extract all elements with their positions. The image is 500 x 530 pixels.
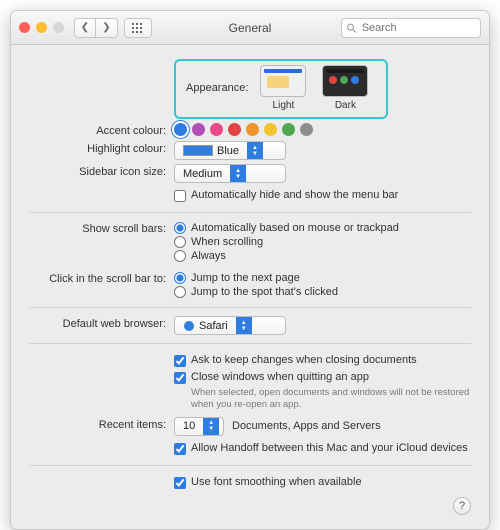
browser-value: Safari <box>199 320 228 332</box>
close-windows-checkbox[interactable]: Close windows when quitting an app <box>174 371 369 384</box>
content-area: Appearance: Light Dark Accent colour: <box>11 45 489 529</box>
handoff-label: Allow Handoff between this Mac and your … <box>191 442 468 454</box>
minimize-icon[interactable] <box>36 22 47 33</box>
nav-buttons: ❮ ❯ <box>74 18 118 38</box>
browser-label: Default web browser: <box>29 316 174 330</box>
ask-keep-input[interactable] <box>174 355 186 367</box>
recent-items-value: 10 <box>183 420 195 432</box>
handoff-checkbox[interactable]: Allow Handoff between this Mac and your … <box>174 442 468 455</box>
click-scroll-option-1[interactable]: Jump to the spot that's clicked <box>174 286 338 298</box>
separator <box>29 343 471 344</box>
appearance-label: Appearance: <box>186 82 248 94</box>
font-smoothing-checkbox[interactable]: Use font smoothing when available <box>174 476 362 489</box>
stepper-arrows-icon: ▲▼ <box>236 317 252 334</box>
highlight-swatch-icon <box>183 145 213 156</box>
sidebar-icon-select[interactable]: Medium ▲▼ <box>174 164 286 183</box>
accent-color-4[interactable] <box>246 123 259 136</box>
accent-color-1[interactable] <box>192 123 205 136</box>
light-thumb-label: Light <box>273 100 295 111</box>
highlight-value: Blue <box>217 145 239 157</box>
close-windows-input[interactable] <box>174 372 186 384</box>
stepper-arrows-icon: ▲▼ <box>247 142 263 159</box>
light-thumb-icon <box>260 65 306 97</box>
scrollbars-option-2[interactable]: Always <box>174 250 226 262</box>
click-scroll-label: Click in the scroll bar to: <box>29 271 174 285</box>
zoom-icon[interactable] <box>53 22 64 33</box>
grid-icon <box>132 23 144 33</box>
close-windows-fine-print: When selected, open documents and window… <box>191 387 471 411</box>
font-smoothing-input[interactable] <box>174 477 186 489</box>
scrollbars-group: Automatically based on mouse or trackpad… <box>174 221 471 263</box>
click-scroll-option-label: Jump to the spot that's clicked <box>191 286 338 298</box>
browser-select[interactable]: Safari ▲▼ <box>174 316 286 335</box>
click-scroll-radio-1[interactable] <box>174 286 186 298</box>
accent-color-5[interactable] <box>264 123 277 136</box>
search-field[interactable] <box>341 18 481 38</box>
dark-thumb-label: Dark <box>335 100 356 111</box>
click-scroll-option-0[interactable]: Jump to the next page <box>174 272 300 284</box>
prefs-window: ❮ ❯ General Appearance: Ligh <box>10 10 490 530</box>
appearance-highlight-box: Appearance: Light Dark <box>174 59 388 119</box>
separator <box>29 307 471 308</box>
scrollbars-option-label: Always <box>191 250 226 262</box>
appearance-light-option[interactable]: Light <box>260 65 306 111</box>
recent-items-label: Recent items: <box>29 417 174 431</box>
accent-color-6[interactable] <box>282 123 295 136</box>
stepper-arrows-icon: ▲▼ <box>203 418 219 435</box>
sidebar-icon-label: Sidebar icon size: <box>29 164 174 178</box>
sidebar-icon-value: Medium <box>183 168 222 180</box>
handoff-input[interactable] <box>174 443 186 455</box>
separator <box>29 465 471 466</box>
auto-hide-menubar-label: Automatically hide and show the menu bar <box>191 189 398 201</box>
traffic-lights <box>19 22 64 33</box>
accent-label: Accent colour: <box>29 123 174 137</box>
close-windows-label: Close windows when quitting an app <box>191 371 369 383</box>
auto-hide-menubar-checkbox[interactable]: Automatically hide and show the menu bar <box>174 189 398 202</box>
search-input[interactable] <box>360 21 476 35</box>
appearance-dark-option[interactable]: Dark <box>322 65 368 111</box>
font-smoothing-label: Use font smoothing when available <box>191 476 362 488</box>
scrollbars-option-1[interactable]: When scrolling <box>174 236 263 248</box>
highlight-select[interactable]: Blue ▲▼ <box>174 141 286 160</box>
recent-items-select[interactable]: 10 ▲▼ <box>174 417 224 436</box>
scrollbars-radio-1[interactable] <box>174 236 186 248</box>
recent-items-suffix: Documents, Apps and Servers <box>232 420 381 432</box>
auto-hide-menubar-input[interactable] <box>174 190 186 202</box>
scrollbars-radio-2[interactable] <box>174 250 186 262</box>
forward-button[interactable]: ❯ <box>96 18 118 38</box>
titlebar: ❮ ❯ General <box>11 11 489 45</box>
highlight-label: Highlight colour: <box>29 141 174 155</box>
safari-icon <box>183 320 195 332</box>
scrollbars-option-label: When scrolling <box>191 236 263 248</box>
click-scroll-radio-0[interactable] <box>174 272 186 284</box>
accent-color-2[interactable] <box>210 123 223 136</box>
click-scroll-option-label: Jump to the next page <box>191 272 300 284</box>
accent-color-row <box>174 123 471 136</box>
show-all-button[interactable] <box>124 18 152 38</box>
accent-color-3[interactable] <box>228 123 241 136</box>
separator <box>29 212 471 213</box>
search-icon <box>346 22 357 34</box>
ask-keep-label: Ask to keep changes when closing documen… <box>191 354 417 366</box>
scrollbars-option-label: Automatically based on mouse or trackpad <box>191 222 399 234</box>
click-scroll-group: Jump to the next page Jump to the spot th… <box>174 271 471 299</box>
scrollbars-label: Show scroll bars: <box>29 221 174 235</box>
ask-keep-checkbox[interactable]: Ask to keep changes when closing documen… <box>174 354 417 367</box>
scrollbars-radio-0[interactable] <box>174 222 186 234</box>
back-button[interactable]: ❮ <box>74 18 96 38</box>
close-icon[interactable] <box>19 22 30 33</box>
dark-thumb-icon <box>322 65 368 97</box>
stepper-arrows-icon: ▲▼ <box>230 165 246 182</box>
accent-color-0[interactable] <box>174 123 187 136</box>
accent-color-7[interactable] <box>300 123 313 136</box>
scrollbars-option-0[interactable]: Automatically based on mouse or trackpad <box>174 222 399 234</box>
